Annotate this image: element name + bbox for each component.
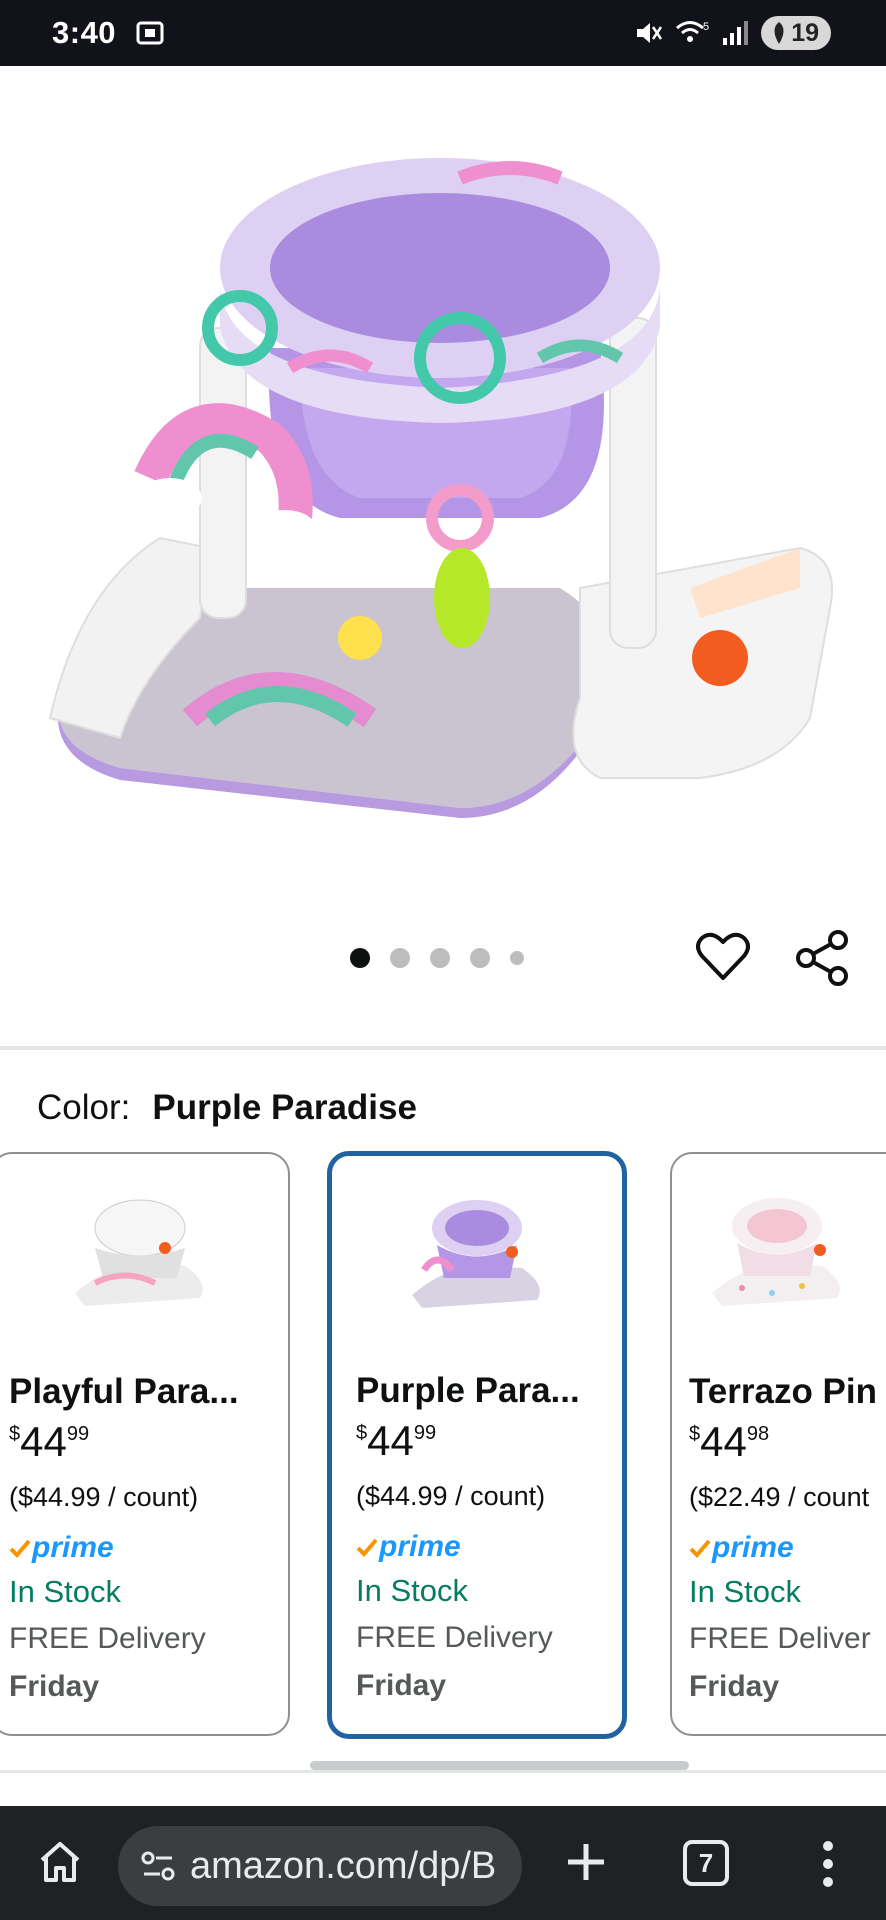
carousel-dot-4[interactable]	[470, 948, 490, 968]
battery-level: 19	[791, 18, 819, 47]
price-symbol: $	[356, 1422, 368, 1444]
prime-text: prime	[379, 1530, 461, 1563]
prime-badge: prime	[9, 1531, 114, 1565]
prime-check-icon	[356, 1538, 378, 1557]
tab-count: 7	[698, 1847, 714, 1878]
status-icons: 5 19	[633, 16, 831, 50]
swatch-name: Terrazo Pin	[689, 1372, 878, 1411]
color-swatch-card-selected[interactable]: Purple Para... $ 44 99 ($44.99 / count) …	[327, 1151, 627, 1739]
new-tab-icon[interactable]	[562, 1838, 610, 1886]
prime-check-icon	[9, 1539, 31, 1558]
swatch-unit-price: ($44.99 / count)	[356, 1481, 546, 1511]
price-whole: 44	[20, 1418, 67, 1465]
swatch-stock: In Stock	[356, 1573, 468, 1608]
signal-icon	[723, 21, 749, 45]
image-carousel-dots	[350, 948, 524, 968]
swatch-delivery-day: Friday	[689, 1670, 780, 1703]
screenshot-icon	[136, 21, 164, 45]
price-fraction: 98	[746, 1423, 770, 1445]
swatch-price: $ 44 99	[356, 1418, 436, 1464]
color-label: Color:	[37, 1088, 131, 1127]
color-swatch-card[interactable]: Playful Para... $ 44 99 ($44.99 / count)…	[0, 1152, 290, 1736]
status-bar: 3:40 5 19	[0, 0, 886, 66]
swatch-name: Purple Para...	[356, 1371, 580, 1410]
swatch-stock: In Stock	[689, 1574, 801, 1609]
carousel-dot-3[interactable]	[430, 948, 450, 968]
price-fraction: 99	[413, 1422, 437, 1444]
home-icon[interactable]	[36, 1838, 84, 1886]
price-whole: 44	[367, 1417, 414, 1464]
heart-icon[interactable]	[696, 932, 750, 982]
price-symbol: $	[9, 1423, 21, 1445]
product-image[interactable]	[40, 118, 850, 838]
price-whole: 44	[700, 1418, 747, 1465]
swatch-name: Playful Para...	[9, 1372, 239, 1411]
url-text[interactable]: amazon.com/dp/B	[190, 1845, 496, 1888]
swatch-price: $ 44 99	[9, 1419, 89, 1465]
swatch-scroll-indicator[interactable]	[310, 1761, 689, 1770]
share-icon[interactable]	[794, 930, 850, 986]
address-bar[interactable]: amazon.com/dp/B	[118, 1826, 522, 1906]
section-divider	[0, 1770, 886, 1773]
prime-text: prime	[32, 1531, 114, 1564]
color-swatch-card[interactable]: Terrazo Pin $ 44 98 ($22.49 / count prim…	[670, 1152, 886, 1736]
wifi-icon: 5	[676, 21, 709, 42]
mute-icon	[637, 23, 663, 43]
site-settings-icon[interactable]	[138, 1846, 178, 1886]
browser-toolbar: amazon.com/dp/B 7	[0, 1806, 886, 1920]
swatch-thumbnail	[75, 1199, 203, 1306]
swatch-stock: In Stock	[9, 1574, 121, 1609]
more-menu-icon[interactable]	[816, 1836, 840, 1892]
status-time: 3:40	[52, 15, 117, 50]
swatch-delivery: FREE Deliver	[689, 1622, 871, 1655]
swatch-unit-price: ($44.99 / count)	[9, 1482, 199, 1512]
swatch-delivery: FREE Delivery	[9, 1622, 206, 1655]
section-divider	[0, 1046, 886, 1050]
tab-switcher-button[interactable]: 7	[683, 1840, 729, 1886]
swatch-unit-price: ($22.49 / count	[689, 1482, 870, 1512]
wifi-label: 5	[703, 21, 709, 33]
screen: 3:40 5 19 Color: Purple Paradise Playful…	[0, 0, 886, 1920]
carousel-dot-1[interactable]	[350, 948, 370, 968]
swatch-price: $ 44 98	[689, 1419, 769, 1465]
carousel-dot-2[interactable]	[390, 948, 410, 968]
swatch-delivery: FREE Delivery	[356, 1621, 553, 1654]
swatch-delivery-day: Friday	[9, 1670, 100, 1703]
battery-indicator: 19	[761, 16, 831, 50]
color-value: Purple Paradise	[152, 1088, 417, 1127]
prime-badge: prime	[356, 1530, 461, 1564]
battery-saver-icon	[774, 22, 784, 44]
prime-check-icon	[689, 1539, 711, 1558]
swatch-thumbnail	[412, 1200, 540, 1308]
color-selector-label: Color: Purple Paradise	[37, 1088, 417, 1128]
prime-badge: prime	[689, 1531, 794, 1565]
carousel-dot-5[interactable]	[510, 951, 524, 965]
swatch-delivery-day: Friday	[356, 1669, 447, 1702]
swatch-thumbnail	[712, 1198, 840, 1306]
prime-text: prime	[712, 1531, 794, 1564]
price-symbol: $	[689, 1423, 701, 1445]
price-fraction: 99	[66, 1423, 90, 1445]
